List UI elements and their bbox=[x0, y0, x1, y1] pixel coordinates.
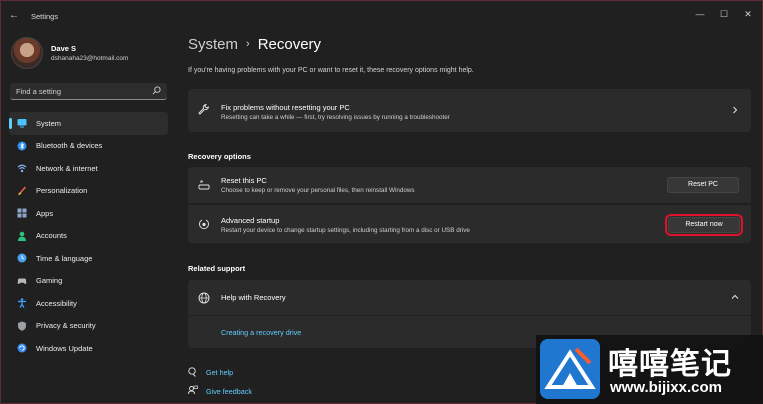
breadcrumb-current: Recovery bbox=[257, 36, 322, 53]
advanced-startup-title: Advanced startup bbox=[221, 216, 280, 225]
windows-update-icon bbox=[17, 343, 27, 353]
sidebar-item-gaming[interactable]: Gaming bbox=[9, 270, 168, 293]
sidebar-item-label: Network & internet bbox=[36, 163, 98, 173]
watermark: 嘻嘻笔记 www.bijixx.com bbox=[536, 335, 763, 404]
breadcrumb-system[interactable]: System bbox=[188, 36, 238, 53]
search-input[interactable]: Find a setting bbox=[10, 83, 167, 100]
give-feedback-link[interactable]: Give feedback bbox=[206, 387, 252, 396]
user-email: dshanaha23@hotmail.com bbox=[51, 55, 129, 62]
restart-now-button[interactable]: Restart now bbox=[665, 214, 743, 236]
sidebar-item-label: System bbox=[36, 118, 62, 128]
reset-pc-subtitle: Choose to keep or remove your personal f… bbox=[221, 187, 415, 194]
help-with-recovery-card[interactable]: Help with Recovery bbox=[188, 280, 751, 315]
help-with-recovery-title: Help with Recovery bbox=[221, 293, 286, 302]
recovery-options-heading: Recovery options bbox=[188, 152, 251, 161]
time-language-icon bbox=[17, 253, 27, 263]
reset-pc-card: Reset this PC Choose to keep or remove y… bbox=[188, 167, 751, 203]
search-icon bbox=[152, 86, 161, 95]
sidebar-item-accessibility[interactable]: Accessibility bbox=[9, 292, 168, 315]
watermark-url: www.bijixx.com bbox=[610, 379, 722, 396]
intro-text: If you're having problems with your PC o… bbox=[188, 67, 474, 74]
system-icon bbox=[17, 119, 27, 128]
related-support-heading: Related support bbox=[188, 264, 246, 273]
user-name: Dave S bbox=[51, 44, 77, 53]
globe-icon bbox=[198, 292, 210, 304]
sidebar-item-label: Personalization bbox=[36, 186, 88, 196]
advanced-startup-subtitle: Restart your device to change startup se… bbox=[221, 227, 470, 234]
chevron-right-icon bbox=[733, 106, 738, 114]
reset-drive-icon bbox=[198, 180, 210, 190]
settings-window: ← Settings — ☐ ✕ Dave S dshanaha23@hotma… bbox=[0, 0, 763, 404]
breadcrumb-separator: › bbox=[246, 38, 250, 50]
gaming-icon bbox=[17, 278, 27, 284]
watermark-logo bbox=[540, 339, 600, 399]
sidebar-item-accounts[interactable]: Accounts bbox=[9, 225, 168, 248]
accounts-icon bbox=[18, 231, 26, 241]
search-placeholder: Find a setting bbox=[16, 87, 62, 96]
sidebar-item-bluetooth[interactable]: Bluetooth & devices bbox=[9, 135, 168, 158]
get-help-link[interactable]: Get help bbox=[206, 368, 233, 377]
sidebar-item-label: Time & language bbox=[36, 253, 93, 263]
sidebar-item-privacy-security[interactable]: Privacy & security bbox=[9, 315, 168, 338]
back-arrow-icon[interactable]: ← bbox=[9, 10, 21, 22]
shield-icon bbox=[18, 321, 26, 331]
sidebar-item-label: Accounts bbox=[36, 231, 67, 241]
apps-icon bbox=[17, 208, 27, 218]
creating-recovery-drive-link[interactable]: Creating a recovery drive bbox=[221, 328, 301, 337]
reset-pc-title: Reset this PC bbox=[221, 176, 267, 185]
sidebar-item-label: Accessibility bbox=[36, 298, 77, 308]
advanced-startup-icon bbox=[199, 219, 209, 229]
title-bar: ← Settings — ☐ ✕ bbox=[1, 1, 762, 31]
accessibility-icon bbox=[18, 298, 26, 308]
sidebar-item-time-language[interactable]: Time & language bbox=[9, 247, 168, 270]
watermark-title: 嘻嘻笔记 bbox=[608, 348, 732, 381]
chevron-up-icon[interactable] bbox=[731, 293, 739, 301]
sidebar-item-label: Privacy & security bbox=[36, 321, 96, 331]
sidebar-item-system[interactable]: System bbox=[9, 112, 168, 135]
page-title: System › Recovery bbox=[188, 36, 321, 53]
sidebar-item-label: Windows Update bbox=[36, 343, 93, 353]
app-title: Settings bbox=[31, 12, 59, 21]
advanced-startup-card: Advanced startup Restart your device to … bbox=[188, 205, 751, 243]
brush-icon bbox=[18, 185, 27, 195]
sidebar-item-label: Gaming bbox=[36, 276, 63, 286]
reset-pc-button[interactable]: Reset PC bbox=[667, 177, 739, 193]
sidebar-item-network[interactable]: Network & internet bbox=[9, 157, 168, 180]
fix-problems-title: Fix problems without resetting your PC bbox=[221, 103, 350, 112]
sidebar-item-label: Apps bbox=[36, 208, 54, 218]
sidebar-nav: System Bluetooth & devices Network & int… bbox=[9, 112, 168, 360]
avatar bbox=[11, 37, 43, 69]
sidebar-item-label: Bluetooth & devices bbox=[36, 141, 103, 151]
maximize-icon[interactable]: ☐ bbox=[715, 7, 733, 21]
sidebar-item-apps[interactable]: Apps bbox=[9, 202, 168, 225]
feedback-icon bbox=[188, 385, 198, 395]
bluetooth-icon bbox=[17, 141, 27, 150]
wrench-icon bbox=[198, 104, 210, 115]
fix-problems-subtitle: Resetting can take a while — first, try … bbox=[221, 114, 450, 121]
wifi-icon bbox=[17, 164, 27, 173]
close-icon[interactable]: ✕ bbox=[739, 7, 757, 21]
sidebar-item-windows-update[interactable]: Windows Update bbox=[9, 337, 168, 360]
sidebar-item-personalization[interactable]: Personalization bbox=[9, 180, 168, 203]
fix-problems-card[interactable]: Fix problems without resetting your PC R… bbox=[188, 89, 751, 132]
minimize-icon[interactable]: — bbox=[691, 7, 709, 21]
get-help-icon bbox=[188, 367, 196, 377]
